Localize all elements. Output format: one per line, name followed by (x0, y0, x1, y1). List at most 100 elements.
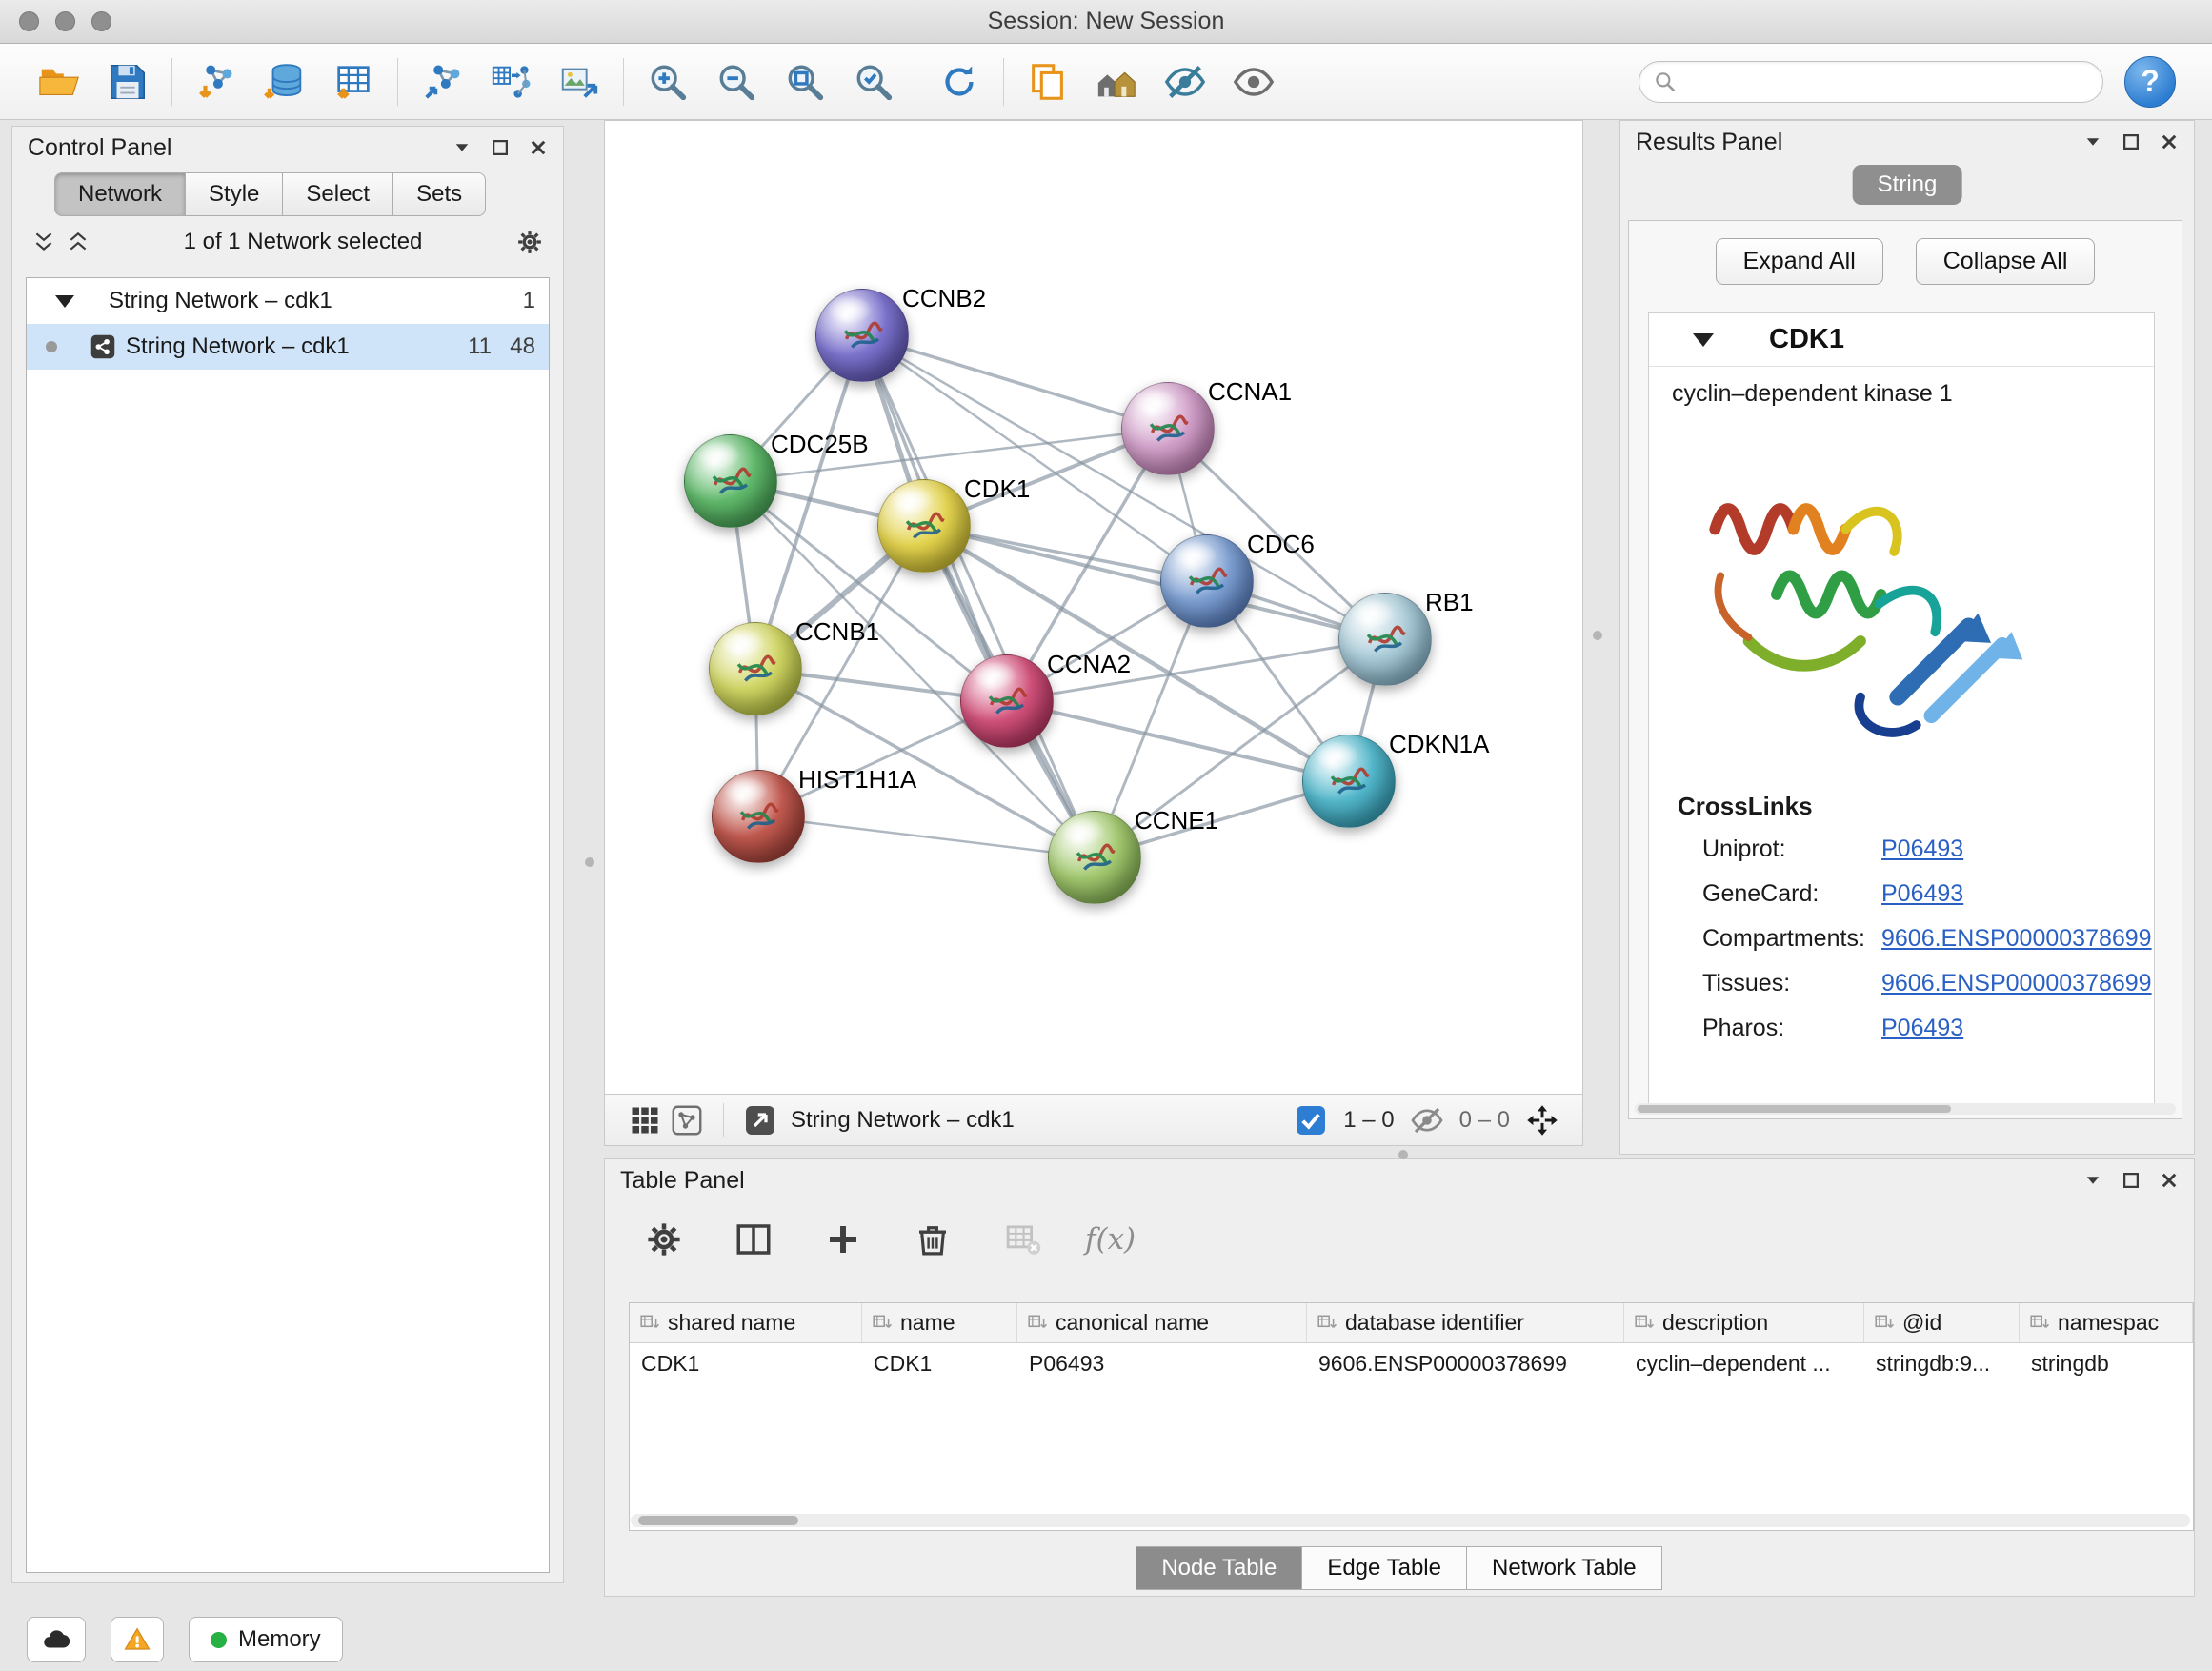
left-splitter-handle[interactable] (585, 857, 594, 867)
crosslink-genecard-link[interactable]: P06493 (1881, 880, 1963, 908)
tab-select[interactable]: Select (282, 172, 393, 216)
collapse-all-button[interactable]: Collapse All (1916, 238, 2096, 285)
show-all-button[interactable] (1227, 55, 1280, 109)
network-node-cdc25b[interactable] (684, 434, 777, 528)
panel-float-icon[interactable] (2122, 1171, 2141, 1190)
network-node-ccne1[interactable] (1048, 811, 1141, 904)
export-image-button[interactable] (553, 55, 606, 109)
hide-selected-button[interactable] (1158, 55, 1212, 109)
column-header-description[interactable]: description (1624, 1303, 1864, 1342)
show-columns-button[interactable] (729, 1215, 778, 1264)
network-view: CCNB2CCNA1CDC25BCDK1CDC6RB1CCNB1CCNA2CDK… (604, 120, 1583, 1146)
network-node-ccnb1[interactable] (709, 622, 802, 715)
zoom-window-button[interactable] (91, 11, 111, 31)
help-button[interactable]: ? (2124, 56, 2176, 108)
table-row[interactable]: CDK1 CDK1 P06493 9606.ENSP00000378699 cy… (630, 1343, 2193, 1383)
network-row[interactable]: String Network – cdk1 11 48 (27, 324, 549, 370)
export-network-button[interactable] (739, 1099, 781, 1141)
network-options-gear-icon[interactable] (515, 228, 544, 256)
grid-view-button[interactable] (624, 1099, 666, 1141)
open-session-button[interactable] (32, 55, 86, 109)
panel-menu-chevron-icon[interactable] (2083, 132, 2102, 151)
network-node-ccna1[interactable] (1121, 382, 1215, 475)
pan-move-button[interactable] (1521, 1099, 1563, 1141)
panel-float-icon[interactable] (2122, 132, 2141, 151)
zoom-selected-button[interactable] (847, 55, 900, 109)
gene-card-expander-icon[interactable] (1693, 333, 1714, 347)
table-options-gear-button[interactable] (639, 1215, 689, 1264)
results-tab-string[interactable]: String (1853, 165, 1962, 205)
hidden-nodes-eye-icon[interactable] (1406, 1099, 1448, 1141)
node-label-ccnb1: CCNB1 (795, 617, 879, 647)
function-builder-button[interactable]: f(x) (1085, 1222, 1136, 1257)
network-node-cdc6[interactable] (1160, 534, 1254, 628)
column-header-id[interactable]: @id (1864, 1303, 2020, 1342)
right-splitter-handle[interactable] (1593, 631, 1602, 640)
tab-sets[interactable]: Sets (392, 172, 486, 216)
network-collection-row[interactable]: String Network – cdk1 1 (27, 278, 549, 324)
import-network-database-button[interactable] (258, 55, 312, 109)
collapse-all-networks-icon[interactable] (31, 230, 56, 254)
column-header-name[interactable]: name (862, 1303, 1017, 1342)
panel-menu-chevron-icon[interactable] (452, 138, 472, 157)
network-node-rb1[interactable] (1338, 593, 1432, 686)
refresh-view-button[interactable] (933, 55, 986, 109)
import-table-file-button[interactable] (327, 55, 380, 109)
panel-float-icon[interactable] (491, 138, 510, 157)
memory-button[interactable]: Memory (189, 1617, 343, 1662)
results-horizontal-scrollbar[interactable] (1635, 1103, 2176, 1115)
network-node-cdk1[interactable] (877, 479, 971, 573)
search-input[interactable] (1685, 69, 2089, 95)
panel-menu-chevron-icon[interactable] (2083, 1171, 2102, 1190)
crosslink-row-tissues: Tissues: 9606.ENSP00000378699 (1649, 961, 2154, 1006)
import-network-file-button[interactable] (190, 55, 243, 109)
expand-all-button[interactable]: Expand All (1716, 238, 1883, 285)
cell-id: stringdb:9... (1864, 1343, 2020, 1383)
birdseye-view-button[interactable] (666, 1099, 708, 1141)
home-networks-button[interactable] (1090, 55, 1143, 109)
zoom-out-button[interactable] (710, 55, 763, 109)
new-network-button[interactable] (415, 55, 469, 109)
tab-node-table[interactable]: Node Table (1136, 1546, 1302, 1590)
network-node-cdkn1a[interactable] (1302, 735, 1396, 828)
crosslink-pharos-link[interactable]: P06493 (1881, 1015, 1963, 1042)
copy-annotation-button[interactable] (1021, 55, 1075, 109)
column-header-database-identifier[interactable]: database identifier (1307, 1303, 1624, 1342)
warnings-button[interactable] (111, 1617, 164, 1662)
panel-close-icon[interactable] (2160, 1171, 2179, 1190)
panel-close-icon[interactable] (2160, 132, 2179, 151)
network-canvas[interactable]: CCNB2CCNA1CDC25BCDK1CDC6RB1CCNB1CCNA2CDK… (605, 121, 1584, 1095)
panel-close-icon[interactable] (529, 138, 548, 157)
expand-all-networks-icon[interactable] (66, 230, 90, 254)
column-header-canonical-name[interactable]: canonical name (1017, 1303, 1307, 1342)
save-session-button[interactable] (101, 55, 154, 109)
bottom-splitter-handle[interactable] (1398, 1150, 1408, 1159)
network-node-hist1h1a[interactable] (712, 770, 805, 863)
delete-column-button[interactable] (908, 1215, 957, 1264)
column-header-shared-name[interactable]: shared name (630, 1303, 862, 1342)
zoom-fit-button[interactable] (778, 55, 832, 109)
network-node-ccna2[interactable] (960, 654, 1054, 748)
tab-network[interactable]: Network (54, 172, 186, 216)
network-node-ccnb2[interactable] (815, 289, 909, 382)
node-label-ccne1: CCNE1 (1135, 806, 1218, 836)
add-column-button[interactable] (818, 1215, 868, 1264)
tab-network-table[interactable]: Network Table (1466, 1546, 1662, 1590)
gene-card-header[interactable]: CDK1 (1649, 313, 2154, 367)
column-header-namespace[interactable]: namespac (2020, 1303, 2193, 1342)
crosslink-uniprot-link[interactable]: P06493 (1881, 836, 1963, 863)
warning-icon (123, 1624, 151, 1655)
table-horizontal-scrollbar[interactable] (631, 1514, 2190, 1527)
close-window-button[interactable] (19, 11, 39, 31)
new-network-from-table-button[interactable] (484, 55, 537, 109)
crosslink-tissues-link[interactable]: 9606.ENSP00000378699 (1881, 970, 2152, 997)
minimize-window-button[interactable] (55, 11, 75, 31)
zoom-in-button[interactable] (641, 55, 694, 109)
cloud-status-button[interactable] (27, 1617, 86, 1662)
tree-expander-icon[interactable] (55, 295, 74, 308)
tab-edge-table[interactable]: Edge Table (1301, 1546, 1467, 1590)
crosslink-compartments-link[interactable]: 9606.ENSP00000378699 (1881, 925, 2152, 953)
tab-style[interactable]: Style (185, 172, 283, 216)
table-header-row: shared name name canonical name database… (630, 1303, 2193, 1343)
selected-nodes-checkbox-icon[interactable] (1290, 1099, 1332, 1141)
